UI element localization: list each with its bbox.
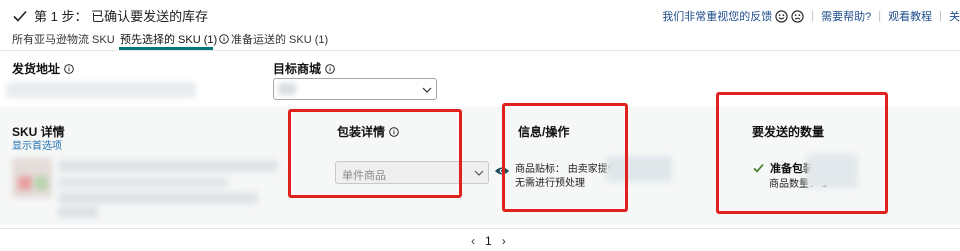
highlight-box-packing xyxy=(288,109,462,198)
info-icon[interactable] xyxy=(64,63,74,74)
thumbnail-redacted-color xyxy=(34,176,48,190)
current-page[interactable]: 1 xyxy=(485,234,492,248)
ship-from-label-text: 发货地址 xyxy=(12,62,61,76)
product-thumbnail[interactable] xyxy=(12,158,52,198)
tab-preselected-sku[interactable]: 预先选择的 SKU (1) xyxy=(120,31,229,47)
marketplace-select[interactable] xyxy=(273,78,437,100)
tab-ready-to-ship-sku[interactable]: 准备运送的 SKU (1) xyxy=(231,31,328,47)
top-links: 我们非常重视您的反馈 | 需要帮助? | 观看教程 | 关 xyxy=(662,8,960,24)
next-page-button[interactable]: › xyxy=(502,234,506,248)
info-icon[interactable] xyxy=(325,63,335,74)
tab-all-fba-sku[interactable]: 所有亚马逊物流 SKU xyxy=(12,31,115,47)
marketplace-label: 目标商城 xyxy=(273,60,335,77)
thumbnail-redacted-color xyxy=(18,176,32,190)
step-title-text: 第 1 步： 已确认要发送的库存 xyxy=(34,9,209,24)
product-condition-redacted xyxy=(58,206,98,218)
product-fnsku-redacted xyxy=(58,192,258,204)
highlight-box-info xyxy=(502,103,628,212)
chevron-down-icon xyxy=(474,170,484,176)
marketplace-label-text: 目标商城 xyxy=(273,62,322,76)
product-title-redacted xyxy=(58,160,278,172)
tab-label: 准备运送的 SKU (1) xyxy=(231,34,329,46)
ship-from-address-redacted xyxy=(6,82,196,98)
chevron-down-icon xyxy=(422,87,432,93)
tab-label: 所有亚马逊物流 SKU xyxy=(12,34,115,46)
highlight-box-quantity xyxy=(716,92,888,214)
active-tab-indicator xyxy=(119,47,213,50)
marketplace-flag-redacted xyxy=(278,83,296,95)
help-link[interactable]: 需要帮助? xyxy=(821,8,871,24)
info-icon[interactable] xyxy=(219,34,229,44)
divider xyxy=(0,228,960,229)
sad-face-icon[interactable] xyxy=(791,9,804,23)
close-link[interactable]: 关 xyxy=(949,8,960,24)
separator: | xyxy=(811,10,815,22)
product-sku-redacted xyxy=(58,177,228,188)
tutorial-link[interactable]: 观看教程 xyxy=(888,8,932,24)
separator: | xyxy=(939,10,942,22)
show-preferences-link[interactable]: 显示首选项 xyxy=(12,137,62,152)
pagination: ‹ 1 › xyxy=(471,234,506,248)
feedback-link[interactable]: 我们非常重视您的反馈 xyxy=(662,8,772,24)
separator: | xyxy=(878,10,882,22)
prev-page-button[interactable]: ‹ xyxy=(471,234,475,248)
happy-face-icon[interactable] xyxy=(775,9,788,23)
tab-label: 预先选择的 SKU (1) xyxy=(120,34,218,46)
check-icon xyxy=(13,10,27,22)
ship-from-label: 发货地址 xyxy=(12,60,74,77)
step-title: 第 1 步： 已确认要发送的库存 xyxy=(12,6,208,25)
